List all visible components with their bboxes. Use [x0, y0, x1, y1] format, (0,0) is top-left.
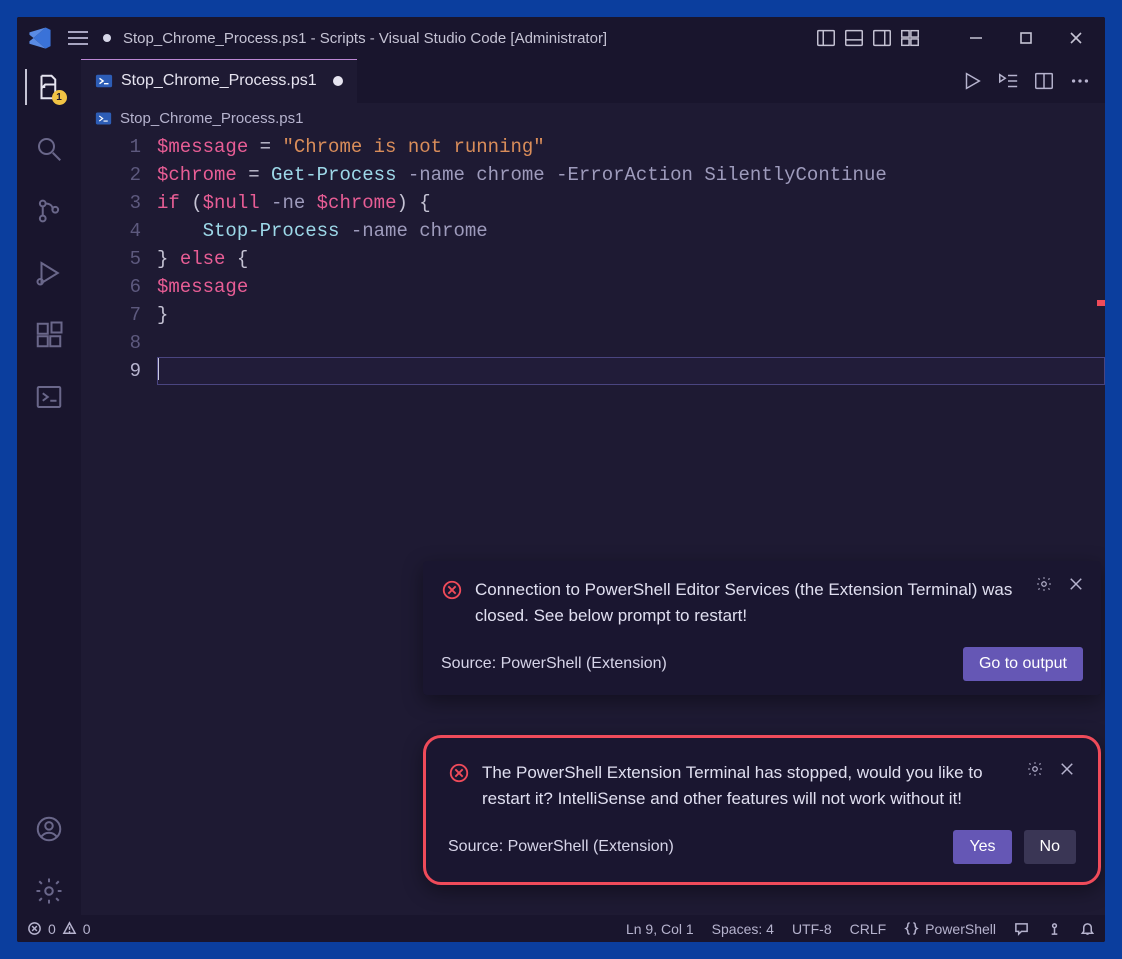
notification-message: Connection to PowerShell Editor Services…: [475, 577, 1083, 629]
activity-search[interactable]: [25, 125, 73, 173]
status-language[interactable]: PowerShell: [904, 921, 996, 937]
close-icon[interactable]: [1067, 575, 1085, 593]
window: Stop_Chrome_Process.ps1 - Scripts - Visu…: [17, 17, 1105, 942]
activity-extensions[interactable]: [25, 311, 73, 359]
breadcrumb-label: Stop_Chrome_Process.ps1: [120, 110, 303, 127]
run-selection-icon[interactable]: [997, 70, 1019, 92]
status-encoding[interactable]: UTF-8: [792, 921, 832, 937]
gear-icon[interactable]: [1035, 575, 1053, 593]
maximize-button[interactable]: [1001, 17, 1051, 59]
powershell-file-icon: [95, 110, 112, 127]
status-indentation[interactable]: Spaces: 4: [712, 921, 774, 937]
notifications-stack: Connection to PowerShell Editor Services…: [423, 561, 1101, 885]
notification-source: Source: PowerShell (Extension): [448, 838, 941, 856]
notification-source: Source: PowerShell (Extension): [441, 655, 951, 673]
status-remote[interactable]: [1047, 921, 1062, 936]
status-problems[interactable]: 0 0: [27, 921, 91, 937]
split-editor-icon[interactable]: [1033, 70, 1055, 92]
dirty-indicator-icon: [103, 34, 111, 42]
breadcrumb[interactable]: Stop_Chrome_Process.ps1: [81, 103, 1105, 133]
explorer-badge: 1: [52, 90, 67, 105]
toggle-panel-bottom-icon[interactable]: [843, 27, 865, 49]
no-button[interactable]: No: [1024, 830, 1076, 864]
overview-ruler-marker: [1097, 300, 1105, 306]
error-count-icon: [27, 921, 42, 936]
gear-icon[interactable]: [1026, 760, 1044, 778]
error-icon: [448, 762, 470, 784]
dirty-dot-icon: [333, 76, 343, 86]
error-icon: [441, 579, 463, 601]
braces-icon: [904, 921, 919, 936]
status-feedback[interactable]: [1014, 921, 1029, 936]
activity-settings[interactable]: [25, 867, 73, 915]
broadcast-icon: [1047, 921, 1062, 936]
status-cursor-position[interactable]: Ln 9, Col 1: [626, 921, 694, 937]
app-menu-icon[interactable]: [65, 25, 91, 51]
toggle-panel-right-icon[interactable]: [871, 27, 893, 49]
bell-icon: [1080, 921, 1095, 936]
powershell-file-icon: [95, 72, 113, 90]
title-bar: Stop_Chrome_Process.ps1 - Scripts - Visu…: [17, 17, 1105, 59]
editor-actions: [961, 59, 1105, 103]
activity-accounts[interactable]: [25, 805, 73, 853]
activity-powershell[interactable]: [25, 373, 73, 421]
status-notifications[interactable]: [1080, 921, 1095, 936]
more-actions-icon[interactable]: [1069, 70, 1091, 92]
tab-label: Stop_Chrome_Process.ps1: [121, 72, 317, 90]
layout-controls: [815, 27, 921, 49]
toggle-panel-left-icon[interactable]: [815, 27, 837, 49]
activity-explorer[interactable]: 1: [25, 63, 73, 111]
editor-tab[interactable]: Stop_Chrome_Process.ps1: [81, 59, 357, 103]
editor-group: Stop_Chrome_Process.ps1 Stop_Chrome_Proc…: [81, 59, 1105, 915]
close-button[interactable]: [1051, 17, 1101, 59]
activity-bar: 1: [17, 59, 81, 915]
activity-run-debug[interactable]: [25, 249, 73, 297]
status-eol[interactable]: CRLF: [850, 921, 887, 937]
line-number-gutter: 1 2 3 4 5 6 7 8 9: [81, 133, 157, 915]
tab-bar: Stop_Chrome_Process.ps1: [81, 59, 1105, 103]
close-icon[interactable]: [1058, 760, 1076, 778]
yes-button[interactable]: Yes: [953, 830, 1011, 864]
activity-source-control[interactable]: [25, 187, 73, 235]
run-icon[interactable]: [961, 70, 983, 92]
minimize-button[interactable]: [951, 17, 1001, 59]
status-bar: 0 0 Ln 9, Col 1 Spaces: 4 UTF-8 CRLF Pow…: [17, 915, 1105, 942]
customize-layout-icon[interactable]: [899, 27, 921, 49]
feedback-icon: [1014, 921, 1029, 936]
warning-count-icon: [62, 921, 77, 936]
notification-message: The PowerShell Extension Terminal has st…: [482, 760, 1076, 812]
go-to-output-button[interactable]: Go to output: [963, 647, 1083, 681]
vscode-logo-icon: [27, 25, 53, 51]
notification-toast: Connection to PowerShell Editor Services…: [423, 561, 1101, 695]
notification-toast: The PowerShell Extension Terminal has st…: [423, 735, 1101, 885]
window-title: Stop_Chrome_Process.ps1 - Scripts - Visu…: [123, 30, 607, 47]
